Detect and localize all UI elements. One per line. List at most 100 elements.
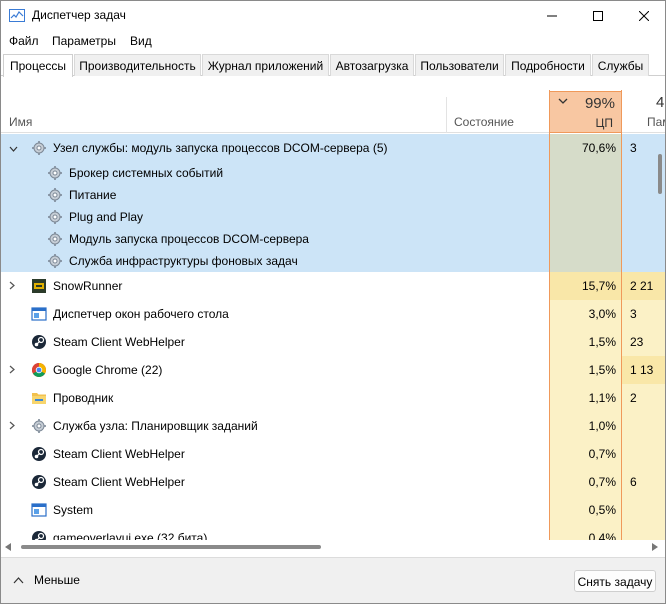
task-manager-app-icon	[9, 9, 25, 22]
process-row[interactable]: Служба узла: Планировщик заданий 1,0%	[1, 412, 665, 440]
process-row[interactable]: Узел службы: модуль запуска процессов DC…	[1, 134, 665, 162]
column-header: Имя Состояние 99% ЦП 4 Пам	[1, 77, 665, 133]
maximize-button[interactable]	[575, 1, 621, 31]
menu-view[interactable]: Вид	[130, 34, 152, 48]
process-row[interactable]: Steam Client WebHelper 0,7%	[1, 440, 665, 468]
service-row[interactable]: Служба инфраструктуры фоновых задач	[1, 250, 665, 272]
cpu-value: 0,7%	[588, 475, 616, 489]
process-row[interactable]: System 0,5%	[1, 496, 665, 524]
process-list: Узел службы: модуль запуска процессов DC…	[1, 134, 665, 540]
vertical-scrollbar[interactable]	[656, 134, 663, 540]
scroll-left-icon[interactable]	[5, 543, 11, 551]
minimize-icon	[547, 15, 557, 17]
menu-file[interactable]: Файл	[9, 34, 39, 48]
fewer-details-label: Меньше	[34, 573, 80, 587]
fewer-details-button[interactable]: Меньше	[13, 573, 80, 587]
process-row[interactable]: gameoverlayui.exe (32 бита) 0,4%	[1, 524, 665, 540]
memory-value: 1 13	[630, 363, 654, 377]
tab-services[interactable]: Службы	[592, 54, 649, 76]
tab-details[interactable]: Подробности	[505, 54, 591, 76]
process-name: Питание	[69, 188, 117, 202]
cpu-cell: 1,5%	[549, 328, 622, 356]
process-name: Plug and Play	[69, 210, 144, 224]
cpu-cell	[549, 228, 622, 250]
process-row[interactable]: SnowRunner 15,7% 2 21	[1, 272, 665, 300]
service-row[interactable]: Модуль запуска процессов DCOM-сервера	[1, 228, 665, 250]
tab-startup[interactable]: Автозагрузка	[330, 54, 414, 76]
scroll-right-icon[interactable]	[652, 543, 658, 551]
game-icon	[31, 278, 47, 294]
column-name[interactable]: Имя	[9, 115, 32, 129]
cpu-column-label: ЦП	[595, 116, 613, 130]
title-bar[interactable]: Диспетчер задач	[1, 1, 665, 31]
process-name: Брокер системных событий	[69, 166, 224, 180]
process-name: SnowRunner	[53, 279, 123, 293]
chevron-right-icon[interactable]	[9, 279, 15, 293]
chevron-right-icon[interactable]	[9, 419, 15, 433]
column-state[interactable]: Состояние	[454, 115, 514, 129]
process-row[interactable]: Диспетчер окон рабочего стола 3,0% 3	[1, 300, 665, 328]
tab-app-history[interactable]: Журнал приложений	[202, 54, 329, 76]
process-row[interactable]: Steam Client WebHelper 0,7% 6	[1, 468, 665, 496]
horizontal-scrollbar[interactable]	[1, 540, 665, 554]
gear-icon	[31, 140, 47, 156]
window-title: Диспетчер задач	[32, 8, 126, 22]
process-name: Steam Client WebHelper	[53, 475, 185, 489]
cpu-cell: 70,6%	[549, 134, 622, 162]
cpu-cell: 1,0%	[549, 412, 622, 440]
process-name: Модуль запуска процессов DCOM-сервера	[69, 232, 309, 246]
maximize-icon	[593, 11, 603, 21]
cpu-cell: 1,1%	[549, 384, 622, 412]
service-row[interactable]: Брокер системных событий	[1, 162, 665, 184]
minimize-button[interactable]	[529, 1, 575, 31]
cpu-cell	[549, 184, 622, 206]
chevron-down-icon[interactable]	[9, 141, 18, 155]
process-name: Узел службы: модуль запуска процессов DC…	[53, 141, 388, 155]
cpu-value: 1,1%	[588, 391, 616, 405]
memory-value: 2	[630, 391, 637, 405]
end-task-button[interactable]: Снять задачу	[574, 570, 656, 592]
memory-value: 2 21	[630, 279, 654, 293]
chevron-right-icon[interactable]	[9, 363, 15, 377]
chevron-up-icon	[13, 576, 24, 583]
close-button[interactable]	[621, 1, 665, 31]
cpu-column-border-left	[549, 90, 550, 540]
cpu-value: 1,5%	[588, 363, 616, 377]
menu-options[interactable]: Параметры	[52, 34, 116, 48]
tab-processes[interactable]: Процессы	[3, 54, 73, 77]
tab-performance[interactable]: Производительность	[74, 54, 201, 76]
column-cpu[interactable]: 99% ЦП	[549, 91, 622, 133]
memory-value: 3	[630, 307, 637, 321]
column-separator[interactable]	[446, 97, 447, 133]
gear-icon	[47, 187, 63, 203]
horizontal-scrollbar-thumb[interactable]	[21, 545, 321, 549]
cpu-cell: 0,5%	[549, 496, 622, 524]
folder-icon	[31, 390, 47, 406]
steam-icon	[31, 530, 47, 540]
process-row[interactable]: Google Chrome (22) 1,5% 1 13	[1, 356, 665, 384]
process-name: Steam Client WebHelper	[53, 335, 185, 349]
cpu-value: 0,5%	[588, 503, 616, 517]
process-name: Служба узла: Планировщик заданий	[53, 419, 258, 433]
service-row[interactable]: Plug and Play	[1, 206, 665, 228]
task-manager-window: Диспетчер задач Файл Параметры Вид Проце…	[0, 0, 666, 604]
cpu-value: 0,7%	[588, 447, 616, 461]
tab-users[interactable]: Пользователи	[415, 54, 504, 76]
steam-icon	[31, 334, 47, 350]
close-icon	[639, 11, 649, 21]
cpu-value: 70,6%	[581, 141, 616, 155]
cpu-value: 1,5%	[588, 335, 616, 349]
column-memory[interactable]: Пам	[647, 115, 665, 129]
cpu-cell: 0,4%	[549, 524, 622, 540]
service-row[interactable]: Питание	[1, 184, 665, 206]
cpu-cell: 3,0%	[549, 300, 622, 328]
vertical-scrollbar-thumb[interactable]	[658, 154, 662, 194]
cpu-value: 3,0%	[588, 307, 616, 321]
process-row[interactable]: Steam Client WebHelper 1,5% 23	[1, 328, 665, 356]
memory-value: 23	[630, 335, 644, 349]
gear-icon	[47, 231, 63, 247]
cpu-cell: 15,7%	[549, 272, 622, 300]
menu-bar: Файл Параметры Вид	[1, 32, 665, 52]
process-row[interactable]: Проводник 1,1% 2	[1, 384, 665, 412]
cpu-cell: 1,5%	[549, 356, 622, 384]
